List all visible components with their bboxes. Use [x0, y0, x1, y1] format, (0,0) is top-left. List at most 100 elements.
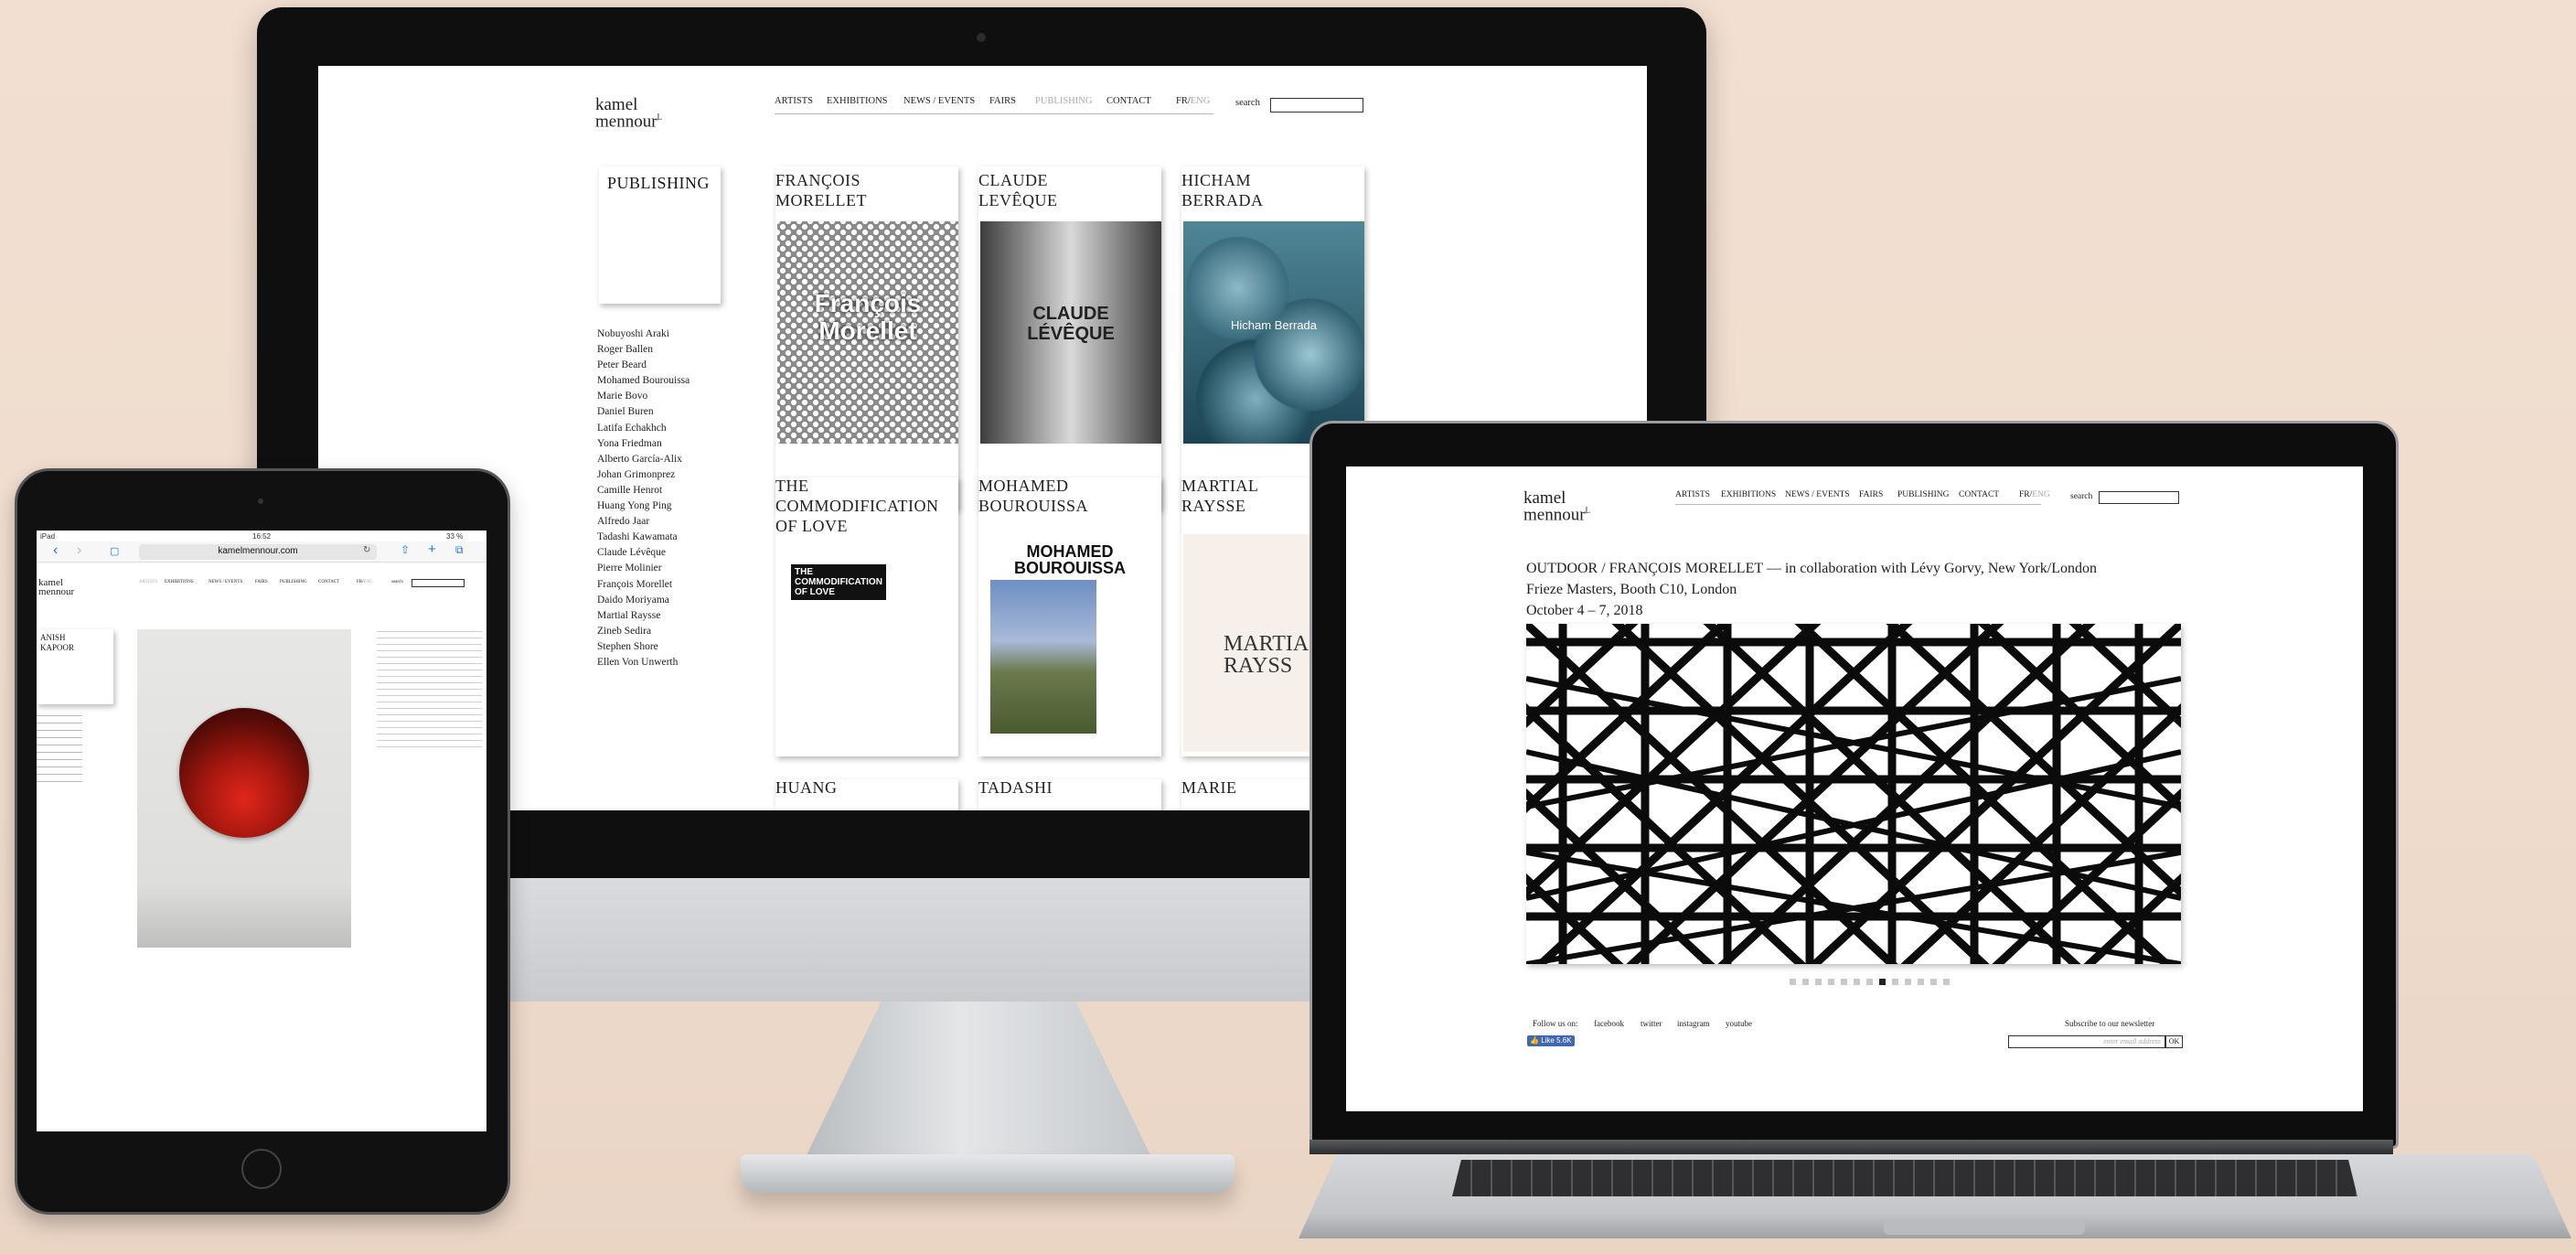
news-headline[interactable]: OUTDOOR / FRANÇOIS MORELLET — in collabo… [1526, 558, 2097, 579]
new-tab-icon[interactable]: + [428, 541, 436, 557]
list-item[interactable]: Marie Bovo [597, 389, 689, 404]
nav-underline [775, 113, 1213, 114]
share-icon[interactable]: ⇧ [401, 543, 410, 556]
list-item[interactable]: Alberto García-Alix [597, 452, 689, 467]
pagination-dot[interactable] [1930, 979, 1937, 985]
social-twitter[interactable]: twitter [1641, 1019, 1662, 1028]
pagination-dot[interactable] [1828, 979, 1834, 985]
nav-news-events[interactable]: NEWS / EVENTS [903, 96, 975, 106]
address-bar[interactable]: kamelmennour.com ↻ [139, 544, 377, 560]
list-item[interactable]: François Morellet [597, 577, 689, 593]
pagination-dot[interactable] [1918, 979, 1924, 985]
facebook-like-button[interactable]: 👍 Like 5.6K [1527, 1035, 1575, 1046]
list-item[interactable]: Latifa Echakhch [597, 421, 689, 436]
slideshow-pagination[interactable] [1790, 979, 1972, 986]
social-youtube[interactable]: youtube [1726, 1019, 1752, 1028]
search-input[interactable] [1270, 98, 1363, 113]
pagination-dot[interactable] [1866, 979, 1873, 985]
nav-publishing[interactable]: PUBLISHING [1897, 490, 1949, 499]
search-input[interactable] [412, 579, 465, 587]
newsletter-ok-button[interactable]: OK [2165, 1035, 2183, 1048]
social-instagram[interactable]: instagram [1677, 1019, 1710, 1028]
list-item[interactable]: Stephen Shore [597, 639, 689, 655]
pagination-dot[interactable] [1854, 979, 1860, 985]
list-item[interactable]: Nobuyoshi Araki [597, 327, 689, 342]
nav-contact[interactable]: CONTACT [1959, 490, 1999, 499]
book-card[interactable]: HUANG [775, 778, 958, 810]
site-logo[interactable]: kamel mennourL [595, 96, 662, 130]
pagination-dot[interactable] [1943, 979, 1950, 985]
side-links[interactable] [37, 715, 82, 788]
forward-icon[interactable]: › [77, 542, 81, 559]
nav-contact[interactable]: CONTACT [318, 580, 339, 584]
nav-artists[interactable]: ARTISTS [775, 96, 813, 106]
nav-publishing[interactable]: PUBLISHING [1035, 96, 1092, 106]
nav-artists[interactable]: ARTISTS [1675, 490, 1710, 499]
cover-text: Hicham Berrada [1231, 318, 1317, 332]
pagination-dot[interactable] [1892, 979, 1898, 985]
lang-switch[interactable]: FR/ENG [357, 580, 373, 584]
imac-base [741, 1154, 1235, 1193]
list-item[interactable]: Johan Grimonprez [597, 467, 689, 483]
nav-fairs[interactable]: FAIRS [1859, 490, 1883, 499]
pagination-dot[interactable] [1841, 979, 1847, 985]
email-placeholder: enter email address [2103, 1037, 2161, 1045]
nav-news-events[interactable]: NEWS / EVENTS [208, 580, 242, 584]
list-item[interactable]: Camille Henrot [597, 483, 689, 498]
lang-switch[interactable]: FR/ENG [1176, 96, 1210, 106]
list-item[interactable]: Claude Lévêque [597, 545, 689, 561]
home-button[interactable] [241, 1149, 282, 1189]
list-item[interactable]: Mohamed Bourouissa [597, 373, 689, 389]
search-label: search [2070, 492, 2093, 501]
pagination-dot[interactable] [1815, 979, 1822, 985]
nav-contact[interactable]: CONTACT [1106, 96, 1151, 106]
search-input[interactable] [2099, 491, 2179, 504]
card-title: MARIE [1181, 778, 1237, 797]
list-item[interactable]: Yona Friedman [597, 436, 689, 452]
lang-switch[interactable]: FR/ENG [2019, 490, 2050, 499]
list-item[interactable]: Roger Ballen [597, 342, 689, 358]
social-facebook[interactable]: facebook [1594, 1019, 1624, 1028]
list-item[interactable]: Huang Yong Ping [597, 498, 689, 514]
nav-publishing[interactable]: PUBLISHING [280, 580, 307, 584]
pagination-dot[interactable] [1802, 979, 1809, 985]
list-item[interactable]: Daido Moriyama [597, 593, 689, 608]
status-carrier: iPad [40, 532, 56, 541]
search-label: search [391, 580, 403, 584]
book-card[interactable]: MOHAMED BOUROUISSA MOHAMED BOUROUISSA [978, 477, 1161, 756]
newsletter-email-input[interactable]: enter email address [2008, 1035, 2165, 1048]
list-item[interactable]: Ellen Von Unwerth [597, 655, 689, 670]
nav-fairs[interactable]: FAIRS [989, 96, 1016, 106]
search-label: search [1235, 98, 1260, 108]
pagination-dot[interactable] [1905, 979, 1911, 985]
list-item[interactable]: Alfredo Jaar [597, 514, 689, 530]
nav-artists[interactable]: ARTISTS [139, 580, 157, 584]
list-item[interactable]: Peter Beard [597, 358, 689, 373]
nav-news-events[interactable]: NEWS / EVENTS [1785, 490, 1850, 499]
bookmarks-icon[interactable]: ▢ [110, 545, 119, 557]
nav-exhibitions[interactable]: EXHIBITIONS [165, 580, 194, 584]
pagination-dot[interactable] [1879, 979, 1886, 985]
pagination-dot[interactable] [1790, 979, 1796, 985]
section-title: PUBLISHING [607, 174, 711, 192]
book-card[interactable]: FRANÇOIS MORELLET François Morellet [775, 166, 958, 509]
reload-icon[interactable]: ↻ [363, 545, 370, 555]
book-card[interactable]: TADASHI [978, 778, 1161, 810]
list-item[interactable]: Pierre Molinier [597, 561, 689, 576]
book-card[interactable]: CLAUDE LEVÊQUE CLAUDE LÉVÊQUE [978, 166, 1161, 509]
list-item[interactable]: Zineb Sedira [597, 624, 689, 639]
nav-exhibitions[interactable]: EXHIBITIONS [1721, 490, 1776, 499]
tabs-icon[interactable]: ⧉ [455, 543, 464, 557]
nav-fairs[interactable]: FAIRS [255, 580, 268, 584]
slideshow-image[interactable] [1526, 624, 2181, 964]
site-logo[interactable]: kamel mennourL [1523, 489, 1590, 523]
list-item[interactable]: Martial Raysse [597, 608, 689, 624]
list-item[interactable]: Daniel Buren [597, 404, 689, 420]
back-icon[interactable]: ‹ [53, 542, 58, 559]
book-card[interactable]: THE COMMODIFICATION OF LOVE THE COMMODIF… [775, 477, 958, 756]
like-count: 5.6K [1556, 1036, 1572, 1045]
nav-exhibitions[interactable]: EXHIBITIONS [827, 96, 888, 106]
list-item[interactable]: Tadashi Kawamata [597, 530, 689, 545]
like-label: Like [1541, 1036, 1555, 1045]
site-logo[interactable]: kamel mennour [38, 577, 74, 597]
